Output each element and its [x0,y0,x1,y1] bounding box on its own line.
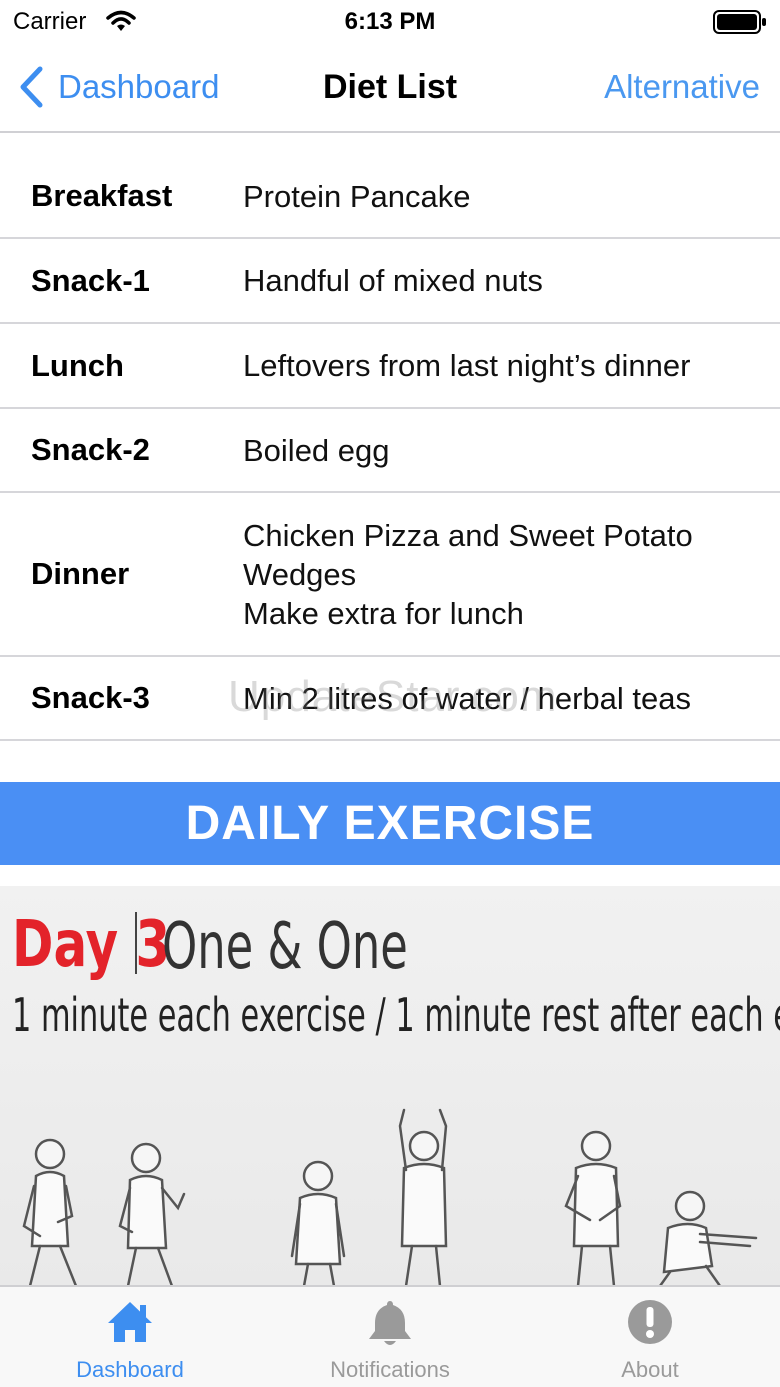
diet-table: Breakfast Protein Pancake Snack-1 Handfu… [0,153,780,741]
battery-icon [713,10,766,34]
status-bar: Carrier 6:13 PM [0,0,780,44]
food-text: Chicken Pizza and Sweet Potato Wedges Ma… [243,517,693,631]
tab-dashboard[interactable]: Dashboard [0,1287,260,1387]
meal-label: Breakfast [31,178,173,213]
exercise-figures [22,1108,758,1286]
tab-label: Notifications [330,1357,450,1382]
diet-list-screen: Carrier 6:13 PM Dashboard Diet List Alte… [0,0,780,1387]
exercise-instructions: 1 minute each exercise / 1 minute rest a… [12,988,780,1042]
meal-label: Lunch [31,347,124,383]
tab-label: About [621,1357,679,1382]
day-name: One & One [162,910,408,984]
diet-row-snack-1[interactable]: Snack-1 Handful of mixed nuts [0,239,780,324]
meal-label: Snack-1 [31,262,150,298]
meal-label: Snack-3 [31,680,150,715]
day-divider [135,912,137,974]
food-text: Protein Pancake [243,178,471,214]
diet-row-snack-2[interactable]: Snack-2 Boiled egg [0,409,780,493]
tab-notifications[interactable]: Notifications [260,1287,520,1387]
daily-exercise-banner: DAILY EXERCISE [0,782,780,865]
food-text: Boiled egg [243,432,390,468]
meal-label: Snack-2 [31,432,150,467]
food-text: Min 2 litres of water / herbal teas [243,680,691,716]
tab-bar: Dashboard Notifications About [0,1285,780,1387]
day-label: Day 3 [12,908,171,982]
meal-label: Dinner [31,556,130,591]
food-text: Leftovers from last night’s dinner [243,348,691,383]
navigation-bar: Dashboard Diet List Alternative [0,44,780,133]
diet-row-lunch[interactable]: Lunch Leftovers from last night’s dinner [0,324,780,409]
home-icon [108,1302,152,1342]
diet-row-breakfast[interactable]: Breakfast Protein Pancake [0,153,780,239]
alternative-button[interactable]: Alternative [604,68,760,106]
tab-label: Dashboard [76,1357,184,1382]
diet-row-dinner[interactable]: Dinner Chicken Pizza and Sweet Potato We… [0,493,780,657]
diet-row-snack-3[interactable]: Snack-3 Min 2 litres of water / herbal t… [0,657,780,741]
tab-about[interactable]: About [520,1287,780,1387]
bell-icon [369,1301,411,1345]
daily-exercise-title: DAILY EXERCISE [185,797,595,850]
food-text: Handful of mixed nuts [243,263,543,298]
status-time: 6:13 PM [344,8,436,35]
exclamation-circle-icon [628,1300,672,1344]
exercise-image[interactable]: Day 3 One & One 1 minute each exercise /… [0,886,780,1286]
